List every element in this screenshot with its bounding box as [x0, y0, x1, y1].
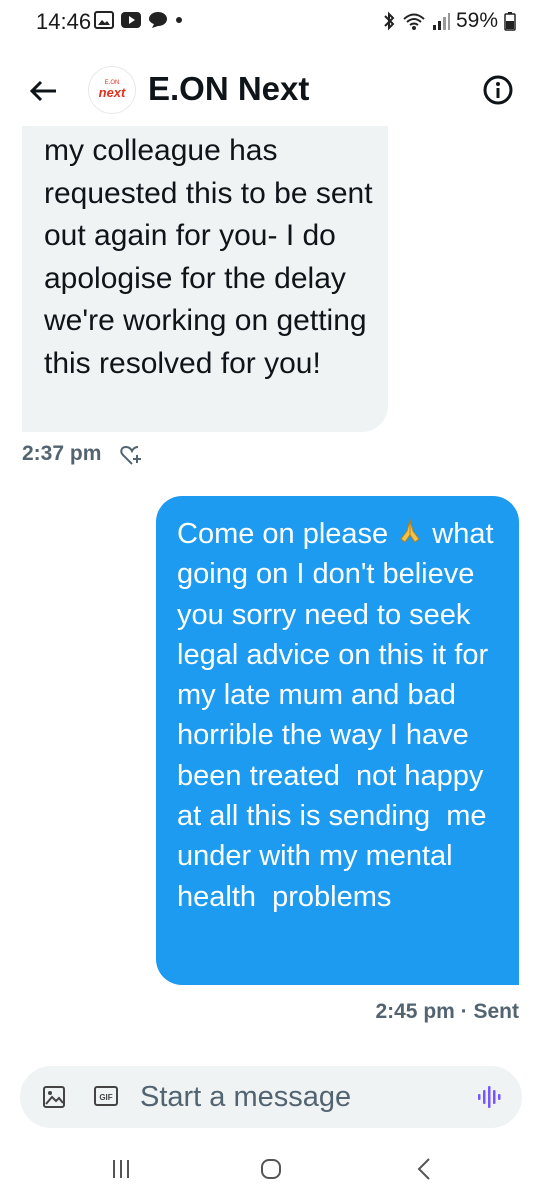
received-message-time: 2:37 pm [22, 442, 102, 465]
back-arrow-icon[interactable] [26, 74, 60, 108]
conversation-title[interactable]: E.ON Next [148, 70, 309, 108]
voice-message-icon[interactable] [476, 1084, 502, 1110]
folded-hands-emoji-icon [400, 518, 420, 543]
notification-icons [94, 11, 184, 29]
status-right: 59% [382, 9, 516, 33]
avatar-logo-brand: next [98, 85, 126, 100]
chat-notification-icon [149, 12, 167, 28]
bluetooth-icon [384, 11, 395, 31]
avatar[interactable]: E.ON next [88, 66, 136, 114]
conversation-header: E.ON next E.ON Next [0, 56, 540, 126]
sent-message-text-end: what going on I don't believe you sorry … [177, 518, 502, 913]
battery-percent: 59% [455, 9, 498, 32]
image-icon[interactable] [42, 1085, 66, 1109]
message-input[interactable] [140, 1080, 460, 1114]
signal-icon [432, 13, 450, 30]
gallery-notification-icon [94, 11, 114, 29]
info-icon[interactable] [482, 74, 514, 106]
system-back-icon[interactable] [414, 1156, 434, 1182]
system-navigation-bar [0, 1140, 540, 1200]
sent-message-text-start: Come on please [177, 518, 397, 550]
battery-icon [504, 12, 516, 31]
gif-button[interactable]: GIF [94, 1086, 118, 1106]
youtube-notification-icon [121, 12, 141, 28]
sent-message-text: Come on please what going on I don't bel… [177, 514, 513, 917]
home-icon[interactable] [258, 1156, 284, 1182]
status-time: 14:46 [36, 9, 92, 34]
status-bar: 14:46 59% [0, 0, 540, 44]
sent-message-status: 2:45 pm · Sent [375, 1000, 519, 1023]
received-message-text: my colleague has requested this to be se… [44, 134, 373, 380]
dot-icon [176, 17, 182, 23]
add-reaction-icon[interactable] [120, 444, 144, 466]
message-composer: GIF [20, 1066, 522, 1128]
recent-apps-icon[interactable] [110, 1158, 132, 1180]
wifi-icon [403, 13, 425, 30]
